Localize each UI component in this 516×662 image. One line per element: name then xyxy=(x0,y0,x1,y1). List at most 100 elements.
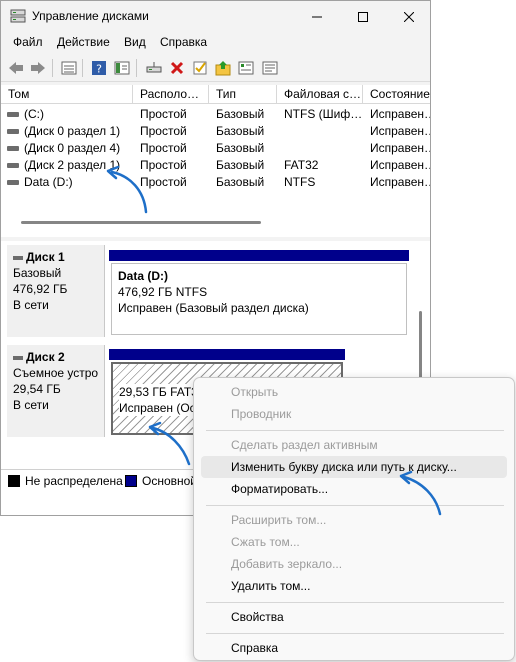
column-header-type[interactable]: Тип xyxy=(209,85,277,104)
menu-item-change-drive-letter[interactable]: Изменить букву диска или путь к диску... xyxy=(201,456,507,478)
table-row[interactable]: Data (D:) Простой Базовый NTFS Исправен… xyxy=(1,174,430,191)
partition-title: Data (D:) xyxy=(118,269,168,283)
cell-filesystem: NTFS xyxy=(284,175,316,189)
menu-action[interactable]: Действие xyxy=(57,35,110,49)
maximize-button[interactable] xyxy=(340,1,386,32)
cell-layout: Простой xyxy=(140,141,187,155)
back-button[interactable] xyxy=(6,58,25,77)
close-button[interactable] xyxy=(386,1,430,32)
primary-partition-bar xyxy=(109,349,345,360)
menu-item-add-mirror[interactable]: Добавить зеркало... xyxy=(201,553,507,575)
forward-button[interactable] xyxy=(28,58,47,77)
disk-1-status: В сети xyxy=(13,298,49,312)
legend-unallocated-swatch xyxy=(8,475,20,487)
menu-item-open[interactable]: Открыть xyxy=(201,381,507,403)
horizontal-scrollbar[interactable] xyxy=(21,221,261,224)
menu-item-properties[interactable]: Свойства xyxy=(201,606,507,628)
title-bar[interactable]: Управление дисками xyxy=(1,1,430,32)
table-row[interactable]: (Диск 0 раздел 1) Простой Базовый Исправ… xyxy=(1,123,430,140)
partition-state: Исправен (Осн xyxy=(119,400,203,416)
cell-volume: (Диск 0 раздел 1) xyxy=(24,124,121,138)
cell-filesystem: FAT32 xyxy=(284,158,319,172)
table-row[interactable]: (C:) Простой Базовый NTFS (Шиф… Исправен… xyxy=(1,106,430,123)
partition-data-d[interactable]: Data (D:) 476,92 ГБ NTFS Исправен (Базов… xyxy=(109,250,409,337)
help-icon: ? xyxy=(91,60,106,75)
cell-type: Базовый xyxy=(216,141,265,155)
drive-icon xyxy=(7,112,19,117)
menu-item-shrink-volume[interactable]: Сжать том... xyxy=(201,531,507,553)
disk-2-label[interactable]: Диск 2 Съемное устро 29,54 ГБ В сети xyxy=(7,345,105,437)
cell-type: Базовый xyxy=(216,158,265,172)
drive-icon xyxy=(7,129,19,134)
minimize-button[interactable] xyxy=(294,1,340,32)
column-header-filesystem[interactable]: Файловая с… xyxy=(277,85,363,104)
disk-1-name: Диск 1 xyxy=(13,249,104,265)
menu-item-mark-active[interactable]: Сделать раздел активным xyxy=(201,434,507,456)
folder-up-icon xyxy=(215,60,230,75)
menu-separator xyxy=(206,633,504,634)
menu-item-extend-volume[interactable]: Расширить том... xyxy=(201,509,507,531)
maximize-icon xyxy=(358,11,368,22)
drive-icon xyxy=(7,163,19,168)
settings-list-icon xyxy=(238,61,253,74)
connect-drive-button[interactable] xyxy=(144,58,163,77)
cell-volume: (Диск 0 раздел 4) xyxy=(24,141,121,155)
disk-2-status: В сети xyxy=(13,398,49,412)
toolbar-extra-button[interactable] xyxy=(260,58,279,77)
disk-2-size: 29,54 ГБ xyxy=(13,382,61,396)
table-row[interactable]: (Диск 2 раздел 1) Простой Базовый FAT32 … xyxy=(1,157,430,174)
settings-list-button[interactable] xyxy=(236,58,255,77)
disk-2-type: Съемное устро xyxy=(13,366,99,380)
folder-up-button[interactable] xyxy=(213,58,232,77)
menu-item-help[interactable]: Справка xyxy=(201,637,507,659)
cell-layout: Простой xyxy=(140,175,187,189)
cell-status: Исправен… xyxy=(370,107,430,121)
console-tree-button[interactable] xyxy=(112,58,131,77)
primary-partition-bar xyxy=(109,250,409,261)
cell-volume: (Диск 2 раздел 1) xyxy=(24,158,121,172)
window-title: Управление дисками xyxy=(32,9,149,23)
menu-separator xyxy=(206,602,504,603)
menu-bar: Файл Действие Вид Справка xyxy=(1,32,430,54)
menu-separator xyxy=(206,505,504,506)
check-button[interactable] xyxy=(190,58,209,77)
drive-icon xyxy=(7,146,19,151)
column-header-layout[interactable]: Располо… xyxy=(133,85,209,104)
cell-status: Исправен… xyxy=(370,124,430,138)
partition-state: Исправен (Базовый раздел диска) xyxy=(118,301,309,315)
legend-unallocated-label: Не распределена xyxy=(25,474,123,488)
properties-list-button[interactable] xyxy=(59,58,78,77)
back-icon xyxy=(8,61,23,74)
context-menu: Открыть Проводник Сделать раздел активны… xyxy=(193,377,515,661)
toolbar-separator xyxy=(136,59,137,77)
console-tree-icon xyxy=(114,61,129,74)
table-row[interactable]: (Диск 0 раздел 4) Простой Базовый Исправ… xyxy=(1,140,430,157)
menu-item-format[interactable]: Форматировать... xyxy=(201,478,507,500)
toolbar: ? xyxy=(1,54,430,82)
partition-body: Data (D:) 476,92 ГБ NTFS Исправен (Базов… xyxy=(111,263,407,335)
connect-drive-icon xyxy=(146,61,161,72)
toolbar-separator xyxy=(52,59,53,77)
cell-volume: Data (D:) xyxy=(24,175,73,189)
disk-1-label[interactable]: Диск 1 Базовый 476,92 ГБ В сети xyxy=(7,245,105,337)
menu-separator xyxy=(206,430,504,431)
menu-item-delete-volume[interactable]: Удалить том... xyxy=(201,575,507,597)
disk-1-type: Базовый xyxy=(13,266,62,280)
cell-type: Базовый xyxy=(216,124,265,138)
close-icon xyxy=(404,11,414,22)
drive-icon xyxy=(7,180,19,185)
delete-button[interactable] xyxy=(167,58,186,77)
cell-status: Исправен… xyxy=(370,141,430,155)
menu-help[interactable]: Справка xyxy=(160,35,207,49)
menu-item-explore[interactable]: Проводник xyxy=(201,403,507,425)
menu-view[interactable]: Вид xyxy=(124,35,146,49)
help-button[interactable]: ? xyxy=(89,58,108,77)
cell-filesystem: NTFS (Шиф… xyxy=(284,107,362,121)
properties-list-icon xyxy=(61,61,76,74)
column-header-volume[interactable]: Том xyxy=(1,85,133,104)
partition-size-fs: 476,92 ГБ NTFS xyxy=(118,285,208,299)
column-header-status[interactable]: Состояние xyxy=(363,85,430,104)
partition-size-fs: 29,53 ГБ FAT32 xyxy=(119,384,205,400)
forward-icon xyxy=(30,61,45,74)
menu-file[interactable]: Файл xyxy=(13,35,43,49)
